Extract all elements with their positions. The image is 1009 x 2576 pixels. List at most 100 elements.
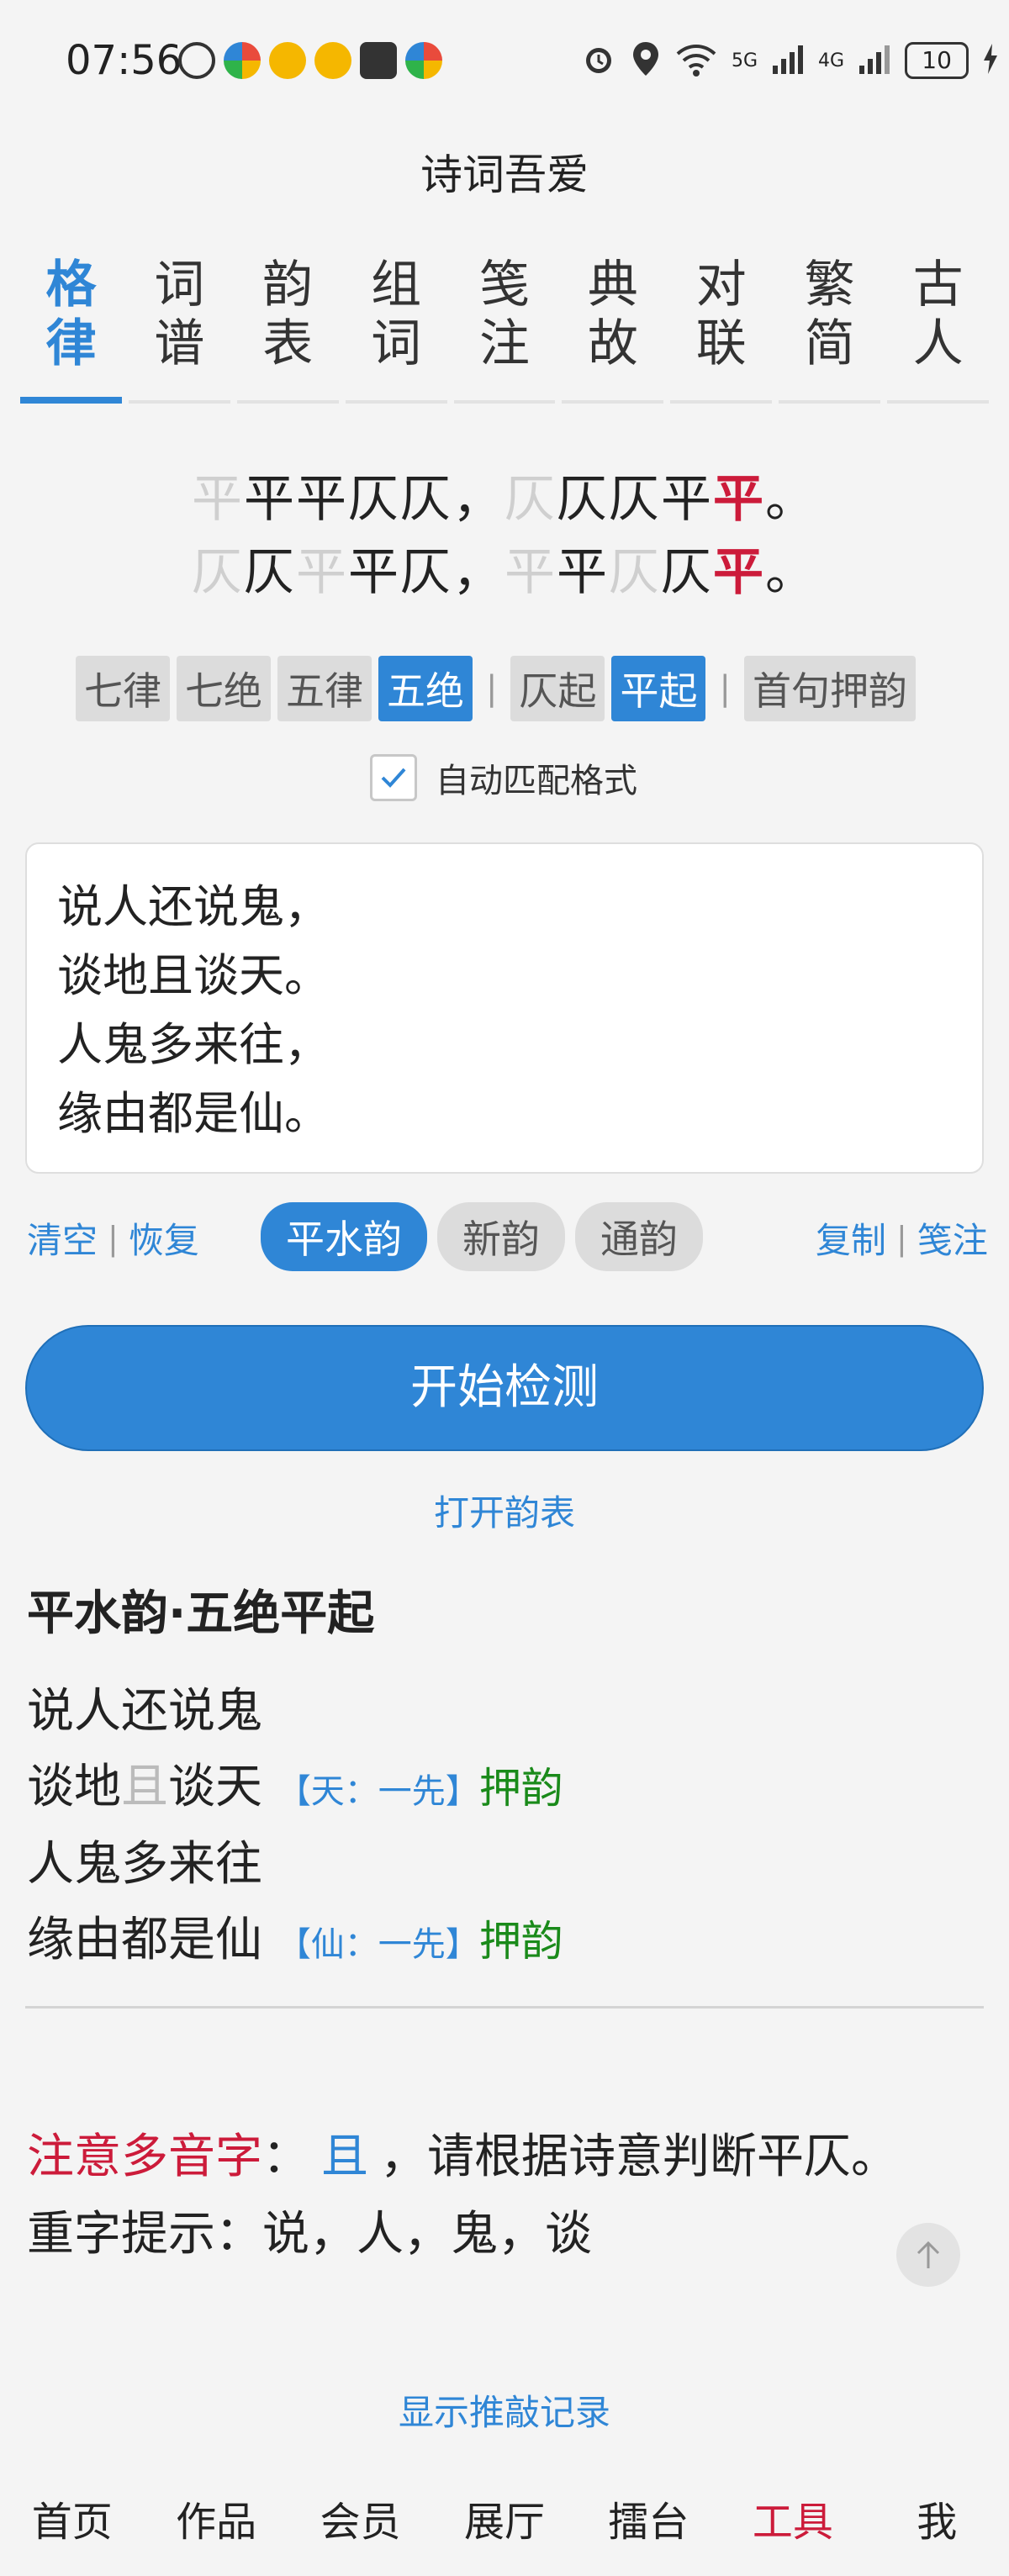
- pattern-line-1-segment: 平: [192, 470, 244, 529]
- tab-label: 典故: [587, 256, 638, 373]
- tab-cipu[interactable]: 词谱: [125, 252, 234, 404]
- nav-member[interactable]: 会员: [288, 2489, 432, 2556]
- tab-diangu[interactable]: 典故: [558, 252, 667, 404]
- first-line-rhyme-button[interactable]: 首句押韵: [743, 656, 916, 721]
- weibo-icon: [269, 42, 306, 79]
- pattern-line-1-segment: 平平仄仄，: [244, 470, 504, 529]
- notice-suffix: ，请根据诗意判断平仄。: [380, 2130, 898, 2184]
- rhyme-tag[interactable]: 【仙：一先】: [277, 1925, 479, 1964]
- pattern-line-2-segment: 平: [296, 543, 348, 602]
- result-line-4: 缘由都是仙 【仙：一先】押韵: [27, 1902, 563, 1970]
- alarm-icon: [580, 40, 617, 81]
- result-line-2: 谈地且谈天 【天：一先】押韵: [27, 1749, 563, 1817]
- polyphonic-notice: 注意多音字：且，请根据诗意判断平仄。: [27, 2119, 898, 2187]
- form-qijue-button[interactable]: 七绝: [177, 656, 271, 721]
- tonal-pattern-line-1: 平平平仄仄，仄仄仄平平。: [0, 458, 1009, 531]
- location-icon: [631, 40, 661, 81]
- copy-button[interactable]: 复制: [816, 1212, 886, 1264]
- repeat-char-hint: 重字提示：说，人，鬼，谈: [27, 2207, 592, 2262]
- app-notification-icon-2: [405, 42, 442, 79]
- nav-gallery[interactable]: 展厅: [432, 2489, 576, 2556]
- tab-label: 格律: [45, 256, 97, 373]
- result-text: 谈地: [27, 1760, 121, 1814]
- app-notification-icon: [224, 42, 261, 79]
- nav-me[interactable]: 我: [865, 2489, 1009, 2556]
- app-title: 诗词吾爱: [420, 150, 589, 199]
- weibo-icon-2: [314, 42, 351, 79]
- auto-match-row[interactable]: 自动匹配格式: [370, 753, 637, 802]
- form-wulv-button[interactable]: 五律: [277, 656, 372, 721]
- scroll-to-top-button[interactable]: [896, 2223, 960, 2287]
- pattern-line-2-segment: 仄: [244, 543, 296, 602]
- pattern-line-2-segment: 仄: [661, 543, 713, 602]
- tab-bar: 格律 词谱 韵表 组词 笺注 典故 对联 繁简 古人: [17, 252, 992, 404]
- annotate-button[interactable]: 笺注: [917, 1212, 988, 1264]
- rhyme-xin-button[interactable]: 新韵: [437, 1202, 565, 1271]
- auto-match-checkbox[interactable]: [370, 754, 417, 801]
- pattern-line-1-segment: 仄: [504, 470, 557, 529]
- system-icons: 5G 4G 10: [580, 40, 999, 81]
- nav-tools[interactable]: 工具: [721, 2489, 864, 2556]
- battery-indicator: 10: [905, 42, 969, 79]
- show-record-link[interactable]: 显示推敲记录: [399, 2392, 610, 2433]
- form-wujue-button[interactable]: 五绝: [378, 656, 473, 721]
- clear-button[interactable]: 清空: [27, 1212, 98, 1264]
- start-ze-button[interactable]: 仄起: [510, 656, 605, 721]
- tab-fanjian[interactable]: 繁简: [775, 252, 884, 404]
- separator: |: [486, 669, 498, 708]
- tab-duilian[interactable]: 对联: [667, 252, 775, 404]
- poem-line: 谈地且谈天。: [57, 949, 330, 1002]
- poem-input[interactable]: 说人还说鬼， 谈地且谈天。 人鬼多来往， 缘由都是仙。: [25, 842, 984, 1174]
- notice-colon: ：: [262, 2130, 309, 2184]
- result-line-1: 说人还说鬼: [27, 1684, 262, 1739]
- form-selector: 七律 七绝 五律 五绝 | 仄起 平起 | 首句押韵: [76, 656, 916, 721]
- auto-match-label: 自动匹配格式: [436, 762, 637, 800]
- separator: |: [896, 1219, 907, 1257]
- divider: [25, 2006, 984, 2009]
- show-record-wrap: 显示推敲记录: [0, 2384, 1009, 2436]
- pattern-line-2-segment: 平: [713, 543, 765, 602]
- pattern-line-2-segment: 平仄，: [348, 543, 504, 602]
- notice-char[interactable]: 且: [321, 2130, 368, 2184]
- notification-icons: [178, 42, 442, 79]
- rhyme-pingshui-button[interactable]: 平水韵: [261, 1202, 427, 1271]
- tab-zuci[interactable]: 组词: [342, 252, 451, 404]
- data-saver-icon: [178, 42, 215, 79]
- result-text: 缘由都是仙: [27, 1913, 262, 1967]
- tab-label: 词谱: [154, 256, 205, 373]
- tonal-pattern-line-2: 仄仄平平仄，平平仄仄平。: [0, 531, 1009, 604]
- status-time: 07:56: [66, 37, 182, 84]
- input-actions-left: 清空 | 恢复: [27, 1212, 199, 1264]
- nav-works[interactable]: 作品: [144, 2489, 288, 2556]
- separator: |: [108, 1219, 119, 1257]
- nav-home[interactable]: 首页: [0, 2489, 144, 2556]
- bottom-nav: 首页 作品 会员 展厅 擂台 工具 我: [0, 2489, 1009, 2556]
- poem-line: 人鬼多来往，: [57, 1018, 330, 1071]
- form-qilv-button[interactable]: 七律: [76, 656, 170, 721]
- restore-button[interactable]: 恢复: [129, 1212, 199, 1264]
- pattern-line-2-segment: 平: [557, 543, 609, 602]
- start-check-button[interactable]: 开始检测: [25, 1325, 984, 1451]
- tab-label: 韵表: [262, 256, 314, 373]
- pattern-line-2-segment: 平: [504, 543, 557, 602]
- arrow-up-icon: [917, 2241, 940, 2268]
- pattern-line-2-segment: 。: [765, 543, 817, 602]
- tab-gelv[interactable]: 格律: [17, 252, 125, 404]
- pattern-line-2-segment: 仄: [192, 543, 244, 602]
- result-title: 平水韵·五绝平起: [27, 1586, 375, 1641]
- nav-arena[interactable]: 擂台: [577, 2489, 721, 2556]
- signal-5g-icon: [771, 42, 805, 79]
- start-ping-button[interactable]: 平起: [611, 656, 706, 721]
- tab-yunbiao[interactable]: 韵表: [234, 252, 342, 404]
- tab-guren[interactable]: 古人: [884, 252, 992, 404]
- result-text: 谈天: [168, 1760, 262, 1814]
- open-rhyme-table-link[interactable]: 打开韵表: [434, 1492, 575, 1533]
- separator: |: [719, 669, 731, 708]
- network-5g-label: 5G: [732, 50, 758, 71]
- tab-jianzhu[interactable]: 笺注: [451, 252, 559, 404]
- rhyme-tong-button[interactable]: 通韵: [575, 1202, 703, 1271]
- pattern-line-1-segment: 平: [713, 470, 765, 529]
- pattern-line-2-segment: 仄: [609, 543, 661, 602]
- rhyme-status: 押韵: [478, 1764, 563, 1813]
- rhyme-tag[interactable]: 【天：一先】: [277, 1772, 479, 1811]
